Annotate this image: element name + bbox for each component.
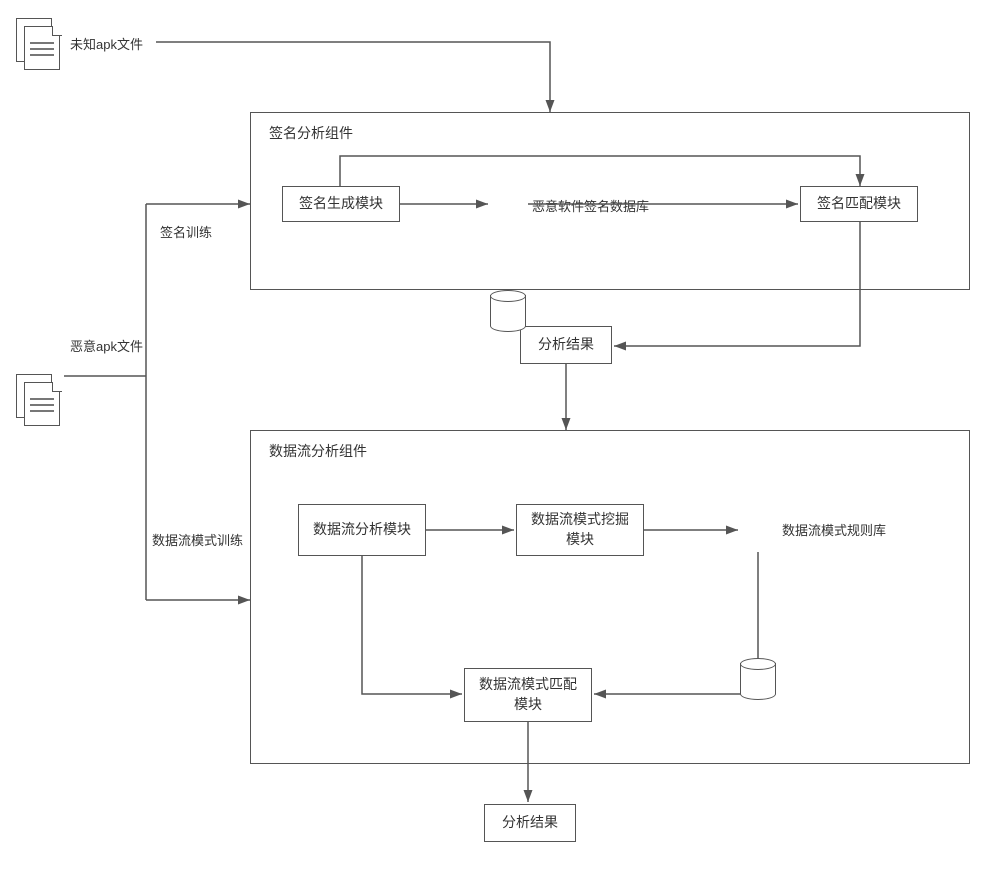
label-rulebase: 数据流模式规则库 (782, 520, 886, 539)
text-signature-generator: 签名生成模块 (299, 194, 383, 214)
label-malicious-apk: 恶意apk文件 (70, 336, 143, 355)
box-dataflow-miner: 数据流模式挖掘模块 (516, 504, 644, 556)
label-signature-db: 恶意软件签名数据库 (532, 196, 649, 215)
text-dataflow-matcher: 数据流模式匹配模块 (473, 675, 583, 714)
db-icon-rulebase (740, 658, 776, 700)
box-result-2: 分析结果 (484, 804, 576, 842)
title-signature-component: 签名分析组件 (269, 123, 353, 143)
text-dataflow-miner: 数据流模式挖掘模块 (525, 510, 635, 549)
doc-icon-unknown (16, 18, 60, 72)
db-icon-signature (490, 290, 526, 332)
frame-dataflow-component: 数据流分析组件 (250, 430, 970, 764)
box-signature-matcher: 签名匹配模块 (800, 186, 918, 222)
label-dataflow-training: 数据流模式训练 (152, 530, 243, 549)
title-dataflow-component: 数据流分析组件 (269, 441, 367, 461)
label-signature-training: 签名训练 (160, 222, 212, 241)
box-result-1: 分析结果 (520, 326, 612, 364)
doc-icon-malicious (16, 374, 60, 428)
label-unknown-apk: 未知apk文件 (70, 34, 143, 53)
text-signature-matcher: 签名匹配模块 (817, 194, 901, 214)
box-dataflow-matcher: 数据流模式匹配模块 (464, 668, 592, 722)
box-dataflow-analyzer: 数据流分析模块 (298, 504, 426, 556)
text-result-2: 分析结果 (502, 813, 558, 833)
text-result-1: 分析结果 (538, 335, 594, 355)
box-signature-generator: 签名生成模块 (282, 186, 400, 222)
text-dataflow-analyzer: 数据流分析模块 (313, 520, 411, 540)
